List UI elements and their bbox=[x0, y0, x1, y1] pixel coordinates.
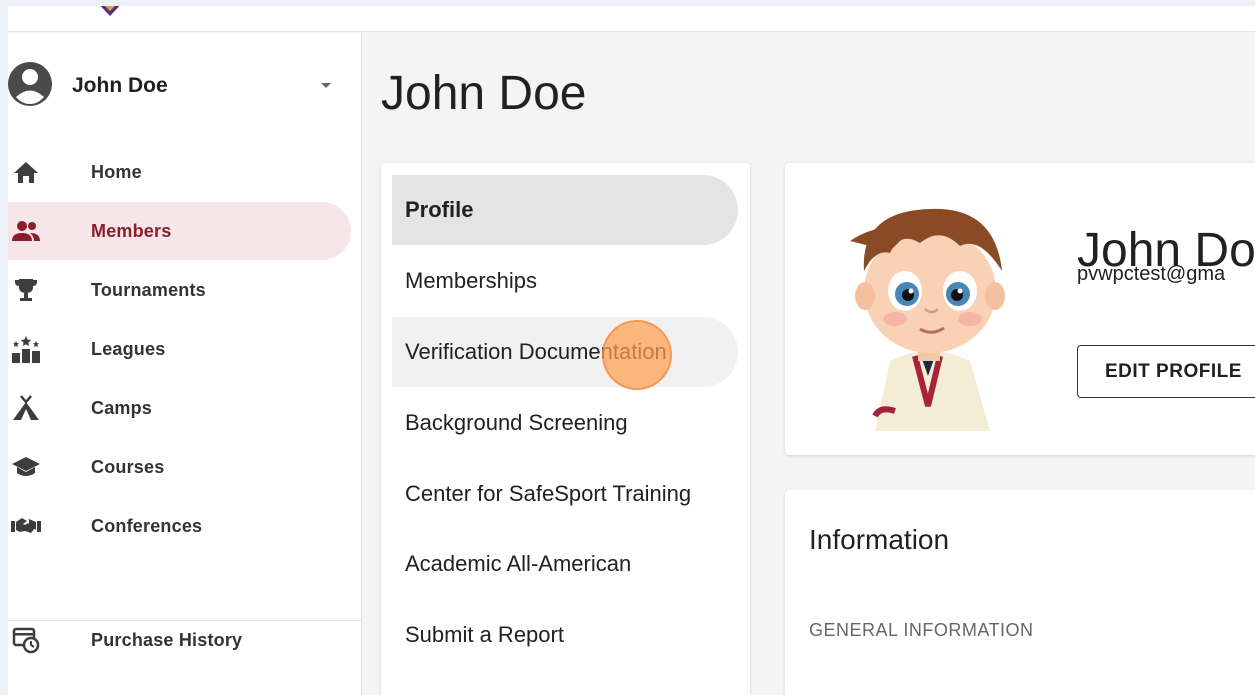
handshake-icon bbox=[11, 512, 41, 540]
sidebar-item-label: Purchase History bbox=[91, 630, 243, 650]
profile-email: pvwpctest@gma bbox=[1077, 263, 1226, 285]
information-title: Information bbox=[809, 524, 950, 555]
app-window: John Doe Home Members Tournaments League… bbox=[8, 6, 1255, 695]
user-account-menu[interactable]: John Doe bbox=[8, 60, 362, 114]
menu-item-label: Center for SafeSport Training bbox=[405, 481, 692, 506]
profile-card: John Do pvwpctest@gma EDIT PROFILE bbox=[785, 163, 1255, 455]
home-icon bbox=[11, 158, 41, 186]
profile-menu-item-background-screening[interactable]: Background Screening bbox=[392, 388, 738, 458]
sidebar-item-label: Camps bbox=[91, 398, 153, 418]
sidebar-item-leagues[interactable]: Leagues bbox=[8, 320, 351, 378]
graduation-cap-icon bbox=[11, 453, 41, 481]
trophy-icon bbox=[11, 276, 41, 304]
caret-down-icon[interactable] bbox=[320, 82, 332, 90]
sidebar-item-label: Tournaments bbox=[91, 280, 206, 300]
tent-icon bbox=[11, 394, 41, 422]
user-name: John Doe bbox=[72, 74, 168, 97]
sidebar-item-label: Home bbox=[91, 162, 142, 182]
information-card: Information GENERAL INFORMATION bbox=[785, 490, 1255, 695]
people-icon bbox=[11, 217, 41, 245]
sidebar-item-courses[interactable]: Courses bbox=[8, 438, 351, 496]
profile-menu-card: Profile Memberships Verification Documen… bbox=[381, 163, 750, 695]
top-app-bar bbox=[8, 6, 1255, 32]
general-information-label: GENERAL INFORMATION bbox=[809, 620, 1034, 640]
menu-item-label: Submit a Report bbox=[405, 622, 564, 647]
menu-item-label: Memberships bbox=[405, 268, 538, 293]
sidebar-item-tournaments[interactable]: Tournaments bbox=[8, 261, 351, 319]
logo-icon[interactable] bbox=[93, 6, 127, 18]
page-title: John Doe bbox=[381, 67, 587, 120]
profile-menu-item-verification-documentation[interactable]: Verification Documentation bbox=[392, 317, 738, 387]
profile-menu-item-safesport-training[interactable]: Center for SafeSport Training bbox=[392, 459, 738, 529]
menu-item-label: Academic All-American bbox=[405, 551, 632, 576]
profile-menu-item-memberships[interactable]: Memberships bbox=[392, 246, 738, 316]
sidebar: John Doe Home Members Tournaments League… bbox=[8, 33, 362, 695]
menu-item-label: Profile bbox=[405, 197, 474, 222]
sidebar-item-label: Conferences bbox=[91, 516, 203, 536]
sidebar-item-members[interactable]: Members bbox=[8, 202, 351, 260]
menu-item-label: Background Screening bbox=[405, 410, 628, 435]
click-indicator bbox=[602, 320, 672, 390]
sidebar-item-purchase-history[interactable]: Purchase History bbox=[8, 611, 351, 669]
sidebar-item-conferences[interactable]: Conferences bbox=[8, 497, 351, 555]
sidebar-item-label: Leagues bbox=[91, 339, 166, 359]
sidebar-item-camps[interactable]: Camps bbox=[8, 379, 351, 437]
profile-avatar bbox=[850, 208, 1005, 431]
profile-menu-item-submit-report[interactable]: Submit a Report bbox=[392, 600, 738, 670]
profile-menu-item-academic-all-american[interactable]: Academic All-American bbox=[392, 529, 738, 599]
sidebar-item-label: Courses bbox=[91, 457, 165, 477]
receipt-clock-icon bbox=[11, 626, 41, 654]
edit-profile-button[interactable]: EDIT PROFILE bbox=[1077, 345, 1255, 398]
podium-icon bbox=[11, 335, 41, 363]
sidebar-item-home[interactable]: Home bbox=[8, 143, 351, 201]
profile-menu-item-profile[interactable]: Profile bbox=[392, 175, 738, 245]
account-circle-icon bbox=[8, 62, 52, 106]
sidebar-item-label: Members bbox=[91, 221, 172, 241]
